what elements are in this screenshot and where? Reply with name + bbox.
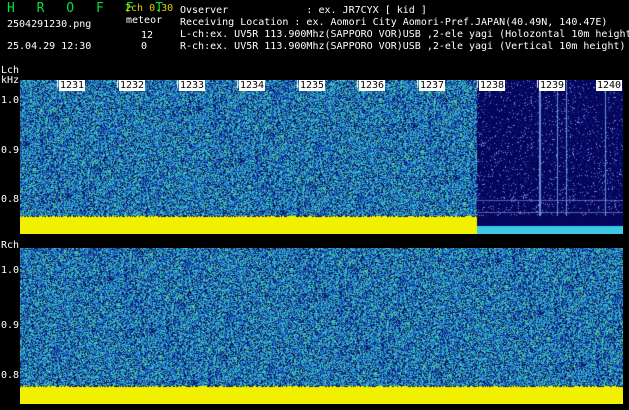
observer-info: Ovserver : ex. JR7CYX [ kid ] <box>180 5 427 16</box>
meteor-label: meteor <box>126 15 163 26</box>
lch-xtick: 1237 <box>419 80 446 91</box>
channel-mode-label: 2ch 0.30 <box>125 3 174 14</box>
lch-xtick: 1238 <box>479 80 506 91</box>
location-info: Receiving Location : ex. Aomori City Aom… <box>180 17 608 28</box>
meteor-count-lch: 12 <box>141 30 154 41</box>
rch-spectrogram-canvas <box>20 248 623 404</box>
lch-xtick: 1236 <box>359 80 386 91</box>
lch-info: L-ch:ex. UV5R 113.900Mhz(SAPPORO VOR)USB… <box>180 29 629 40</box>
khz-unit-label: kHz <box>1 75 20 86</box>
rch-ytick-0-9: 0.9 <box>1 320 20 331</box>
rch-ytick-0-8: 0.8 <box>1 370 20 381</box>
lch-xtick: 1233 <box>179 80 206 91</box>
datetime-label: 25.04.29 12:30 <box>7 41 92 52</box>
lch-xtick: 1232 <box>119 80 146 91</box>
lch-xtick: 1235 <box>299 80 326 91</box>
rch-info: R-ch:ex. UV5R 113.900Mhz(SAPPORO VOR)USB… <box>180 41 626 52</box>
lch-xtick: 1234 <box>239 80 266 91</box>
meteor-count-rch: 0 <box>141 41 148 52</box>
lch-ytick-0-8: 0.8 <box>1 194 20 205</box>
lch-xtick: 1239 <box>539 80 566 91</box>
rch-label: Rch <box>1 240 20 251</box>
rch-spectrogram <box>20 248 623 404</box>
rch-ytick-1-0: 1.0 <box>1 265 20 276</box>
filename-label: 2504291230.png <box>7 19 92 30</box>
lch-spectrogram <box>20 80 623 234</box>
lch-xtick: 1231 <box>59 80 86 91</box>
lch-ytick-0-9: 0.9 <box>1 145 20 156</box>
lch-xtick: 1240 <box>596 80 623 91</box>
lch-ytick-1-0: 1.0 <box>1 95 20 106</box>
lch-spectrogram-canvas <box>20 80 623 234</box>
